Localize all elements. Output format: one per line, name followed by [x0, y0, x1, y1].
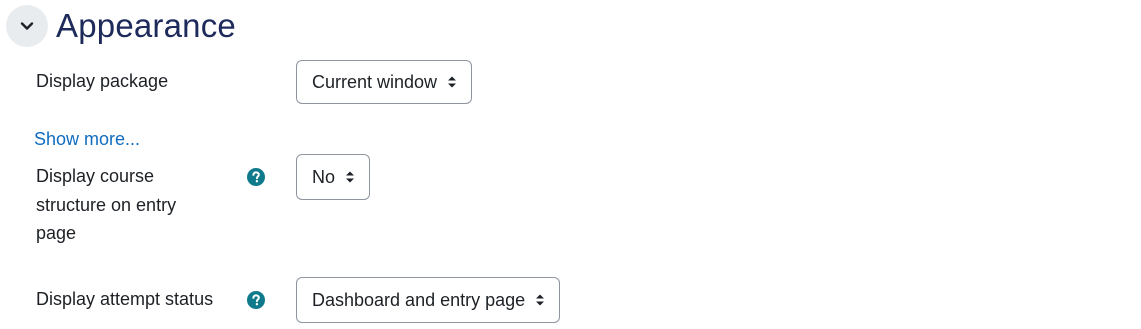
- course-structure-label: Display course structure on entry page: [36, 162, 176, 248]
- show-more-link[interactable]: Show more...: [34, 125, 140, 153]
- select-caret-icon: [535, 293, 545, 307]
- chevron-down-icon: [20, 22, 34, 30]
- display-package-select[interactable]: Current window: [296, 60, 473, 104]
- attempt-status-select[interactable]: Dashboard and entry page: [296, 277, 561, 323]
- select-caret-icon: [447, 75, 457, 89]
- course-structure-value: No: [312, 166, 336, 187]
- course-structure-label-line: page: [36, 223, 77, 243]
- course-structure-label-line: Display course: [36, 166, 155, 186]
- section-title: Appearance: [56, 7, 236, 44]
- select-caret-icon: [345, 170, 355, 184]
- course-structure-label-line: structure on entry: [36, 194, 177, 215]
- display-package-label: Display package: [36, 71, 169, 91]
- section-header: Appearance: [6, 5, 236, 47]
- course-structure-select[interactable]: No: [296, 154, 371, 200]
- question-circle-icon[interactable]: [247, 291, 265, 309]
- display-package-value: Current window: [312, 71, 438, 92]
- attempt-status-value: Dashboard and entry page: [312, 289, 526, 310]
- collapse-section-button[interactable]: [6, 5, 48, 47]
- question-circle-icon[interactable]: [247, 168, 265, 186]
- attempt-status-label: Display attempt status: [36, 289, 214, 309]
